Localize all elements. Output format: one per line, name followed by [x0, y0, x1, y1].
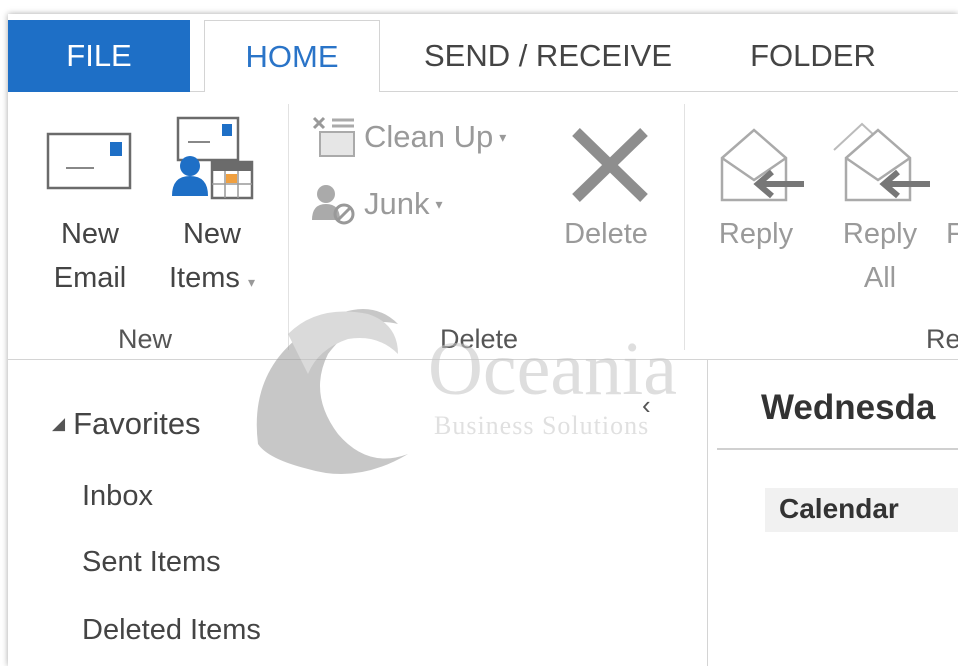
junk-icon [312, 185, 355, 225]
envelope-icon [46, 132, 132, 190]
new-items-label-line1: New [182, 218, 241, 250]
expanded-triangle-icon: ◢ [52, 414, 66, 433]
junk-label: Junk [364, 186, 430, 221]
reply-label: Reply [718, 218, 794, 250]
group-separator [288, 104, 289, 350]
new-items-label-line2: Items ▾ [154, 256, 270, 304]
group-label-delete: Delete [440, 324, 519, 354]
tab-home[interactable]: HOME [204, 20, 380, 93]
reply-all-label-line1: Reply [842, 218, 918, 250]
calendar-peek: Wednesda Calendar [709, 360, 958, 666]
collapse-pane-icon[interactable]: ‹ [642, 390, 651, 421]
folder-deleted-items[interactable]: Deleted Items [82, 614, 261, 647]
reply-icon [720, 128, 804, 202]
folder-sent-items[interactable]: Sent Items [82, 546, 221, 579]
ribbon: New Email New Items ▾ New Clean Up ▾ Jun… [8, 92, 958, 360]
group-label-new: New [118, 324, 173, 354]
outlook-window: FILE HOME SEND / RECEIVE FOLDER New Emai… [8, 14, 958, 666]
new-items-text: Items [169, 262, 240, 294]
day-title: Wednesda [761, 388, 936, 427]
clean-up-label: Clean Up [364, 119, 494, 154]
tab-file[interactable]: FILE [8, 20, 190, 92]
favorites-label: Favorites [73, 406, 201, 441]
folder-inbox[interactable]: Inbox [82, 480, 153, 513]
reply-all-icon [833, 122, 930, 202]
tab-send-receive[interactable]: SEND / RECEIVE [408, 20, 688, 92]
clean-up-icon [312, 116, 355, 157]
folder-pane: ‹ ◢ Favorites Inbox Sent Items Deleted I… [8, 360, 708, 666]
new-email-label-line2: Email [53, 262, 127, 294]
new-items-icon [172, 116, 254, 200]
group-label-respond: Re [926, 324, 958, 354]
divider [717, 448, 958, 450]
dropdown-arrow-icon: ▾ [247, 274, 255, 290]
forward-label-partial[interactable]: F [946, 212, 958, 256]
clean-up-button[interactable]: Clean Up ▾ [310, 114, 506, 160]
delete-x-icon [572, 128, 648, 202]
reply-all-label-line2: All [863, 262, 897, 294]
delete-label: Delete [564, 218, 648, 250]
group-separator [684, 104, 685, 350]
tab-folder[interactable]: FOLDER [728, 20, 898, 92]
dropdown-arrow-icon: ▾ [435, 195, 443, 212]
new-email-label-line1: New [60, 218, 119, 250]
calendar-label: Calendar [779, 493, 899, 524]
junk-button[interactable]: Junk ▾ [310, 182, 443, 226]
favorites-header[interactable]: ◢ Favorites [52, 406, 201, 442]
ribbon-tab-bar: FILE HOME SEND / RECEIVE FOLDER [8, 14, 958, 93]
dropdown-arrow-icon: ▾ [499, 128, 507, 145]
